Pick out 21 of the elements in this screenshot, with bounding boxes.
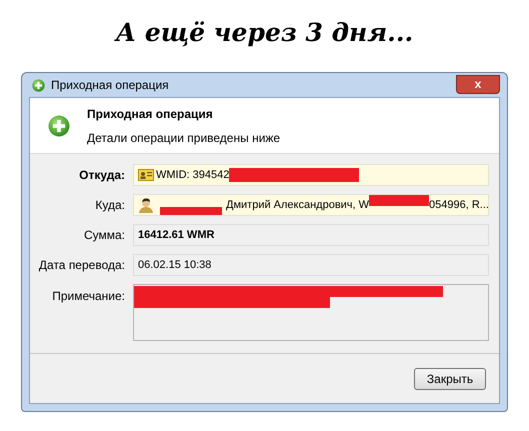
field-value: WMID: 394542 <box>156 168 230 183</box>
person-icon <box>138 197 154 213</box>
header-title: Приходная операция <box>87 106 214 122</box>
window-title: Приходная операция <box>51 77 169 94</box>
field-label: Куда: <box>94 197 126 214</box>
field-value: Дмитрий Александрович, W <box>226 198 370 213</box>
field-value: 054996, R... <box>429 198 488 213</box>
field-label: Откуда: <box>78 167 126 184</box>
close-button[interactable]: x <box>456 74 500 94</box>
field-label: Дата перевода: <box>38 257 126 274</box>
caption: А ещё через 3 дня... <box>116 17 414 49</box>
plus-icon <box>32 78 45 92</box>
id-card-icon <box>138 169 154 181</box>
header-subtitle: Детали операции приведены ниже <box>87 130 280 146</box>
plus-icon <box>48 114 70 136</box>
field-value: 16412.61 WMR <box>138 228 214 243</box>
redaction-bar <box>369 195 430 206</box>
field-value: 06.02.15 10:38 <box>138 258 212 273</box>
field-label: Примечание: <box>51 288 126 305</box>
close-dialog-button[interactable]: Закрыть <box>414 368 486 390</box>
field-label: Сумма: <box>82 227 126 244</box>
